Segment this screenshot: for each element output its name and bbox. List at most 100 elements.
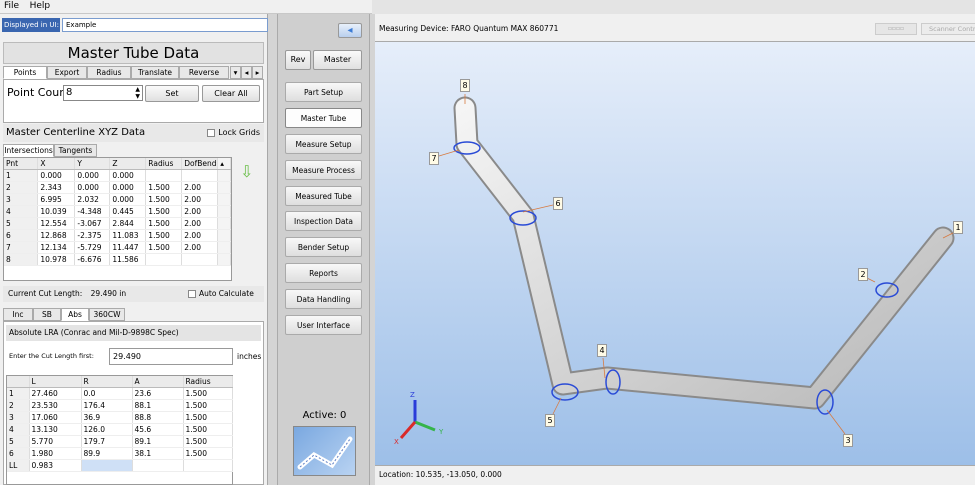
- table-cell[interactable]: 7: [4, 241, 39, 254]
- table-cell[interactable]: 2.844: [109, 217, 147, 230]
- table-cell[interactable]: 12.554: [37, 217, 76, 230]
- 3d-viewport[interactable]: Z Y X 1 2 3 4 5 6 7 8: [375, 42, 975, 465]
- table-cell[interactable]: 1: [7, 387, 30, 400]
- table-cell[interactable]: [145, 169, 183, 182]
- scanner-control-button[interactable]: Scanner Contr: [921, 23, 975, 35]
- table-cell[interactable]: LL: [7, 459, 30, 472]
- table-cell[interactable]: 1.500: [183, 411, 233, 424]
- table-cell[interactable]: 13.130: [29, 423, 82, 436]
- cut-length-input[interactable]: 29.490: [109, 348, 233, 365]
- point-label-8[interactable]: 8: [460, 79, 470, 92]
- nav-data-handling[interactable]: Data Handling: [285, 289, 362, 309]
- table-cell[interactable]: 23.6: [132, 387, 184, 400]
- table-cell[interactable]: 0.0: [81, 387, 133, 400]
- view-toolbar-icons[interactable]: ▫▫▫▫: [875, 23, 917, 35]
- tab-sb[interactable]: SB: [33, 308, 61, 321]
- scrollbar-track[interactable]: [217, 205, 231, 218]
- table-row[interactable]: 1 27.460 0.0 23.6 1.500: [7, 387, 233, 400]
- point-label-4[interactable]: 4: [597, 344, 607, 357]
- nav-measure-setup[interactable]: Measure Setup: [285, 134, 362, 154]
- set-button[interactable]: Set: [145, 85, 199, 102]
- table-cell[interactable]: [132, 459, 184, 472]
- subtab-intersections[interactable]: Intersections: [3, 144, 54, 157]
- table-cell[interactable]: 5.770: [29, 435, 82, 448]
- table-cell[interactable]: 1.980: [29, 447, 82, 460]
- point-count-spinner[interactable]: 8 ▲ ▼: [63, 85, 143, 101]
- tab-abs[interactable]: Abs: [61, 308, 89, 321]
- table-cell[interactable]: 36.9: [81, 411, 133, 424]
- table-cell[interactable]: 12.134: [37, 241, 76, 254]
- centerline-grid[interactable]: Pnt X Y Z Radius DofBend ▴ 1 0.000 0.000 0.…: [3, 157, 232, 281]
- table-cell[interactable]: 0.983: [29, 459, 82, 472]
- table-cell[interactable]: 11.083: [109, 229, 147, 242]
- table-row[interactable]: 5 12.554 -3.067 2.844 1.500 2.00: [4, 217, 231, 230]
- table-cell[interactable]: 126.0: [81, 423, 133, 436]
- tab-reverse[interactable]: Reverse: [179, 66, 229, 79]
- scrollbar-track[interactable]: [217, 193, 231, 206]
- table-cell[interactable]: 179.7: [81, 435, 133, 448]
- table-cell[interactable]: 8: [4, 253, 39, 266]
- table-cell[interactable]: 2.00: [181, 181, 219, 194]
- scrollbar-track[interactable]: [217, 241, 231, 254]
- table-cell[interactable]: 1.500: [183, 387, 233, 400]
- table-cell[interactable]: 0.000: [74, 181, 111, 194]
- table-cell[interactable]: 1.500: [183, 447, 233, 460]
- table-cell[interactable]: 45.6: [132, 423, 184, 436]
- nav-part-setup[interactable]: Part Setup: [285, 82, 362, 102]
- menu-help[interactable]: Help: [26, 0, 55, 13]
- nav-bender-setup[interactable]: Bender Setup: [285, 237, 362, 257]
- table-cell[interactable]: 2.00: [181, 241, 219, 254]
- table-row[interactable]: 5 5.770 179.7 89.1 1.500: [7, 435, 233, 448]
- displayed-input[interactable]: Example: [62, 18, 268, 32]
- point-label-3[interactable]: 3: [843, 434, 853, 447]
- nav-measure-process[interactable]: Measure Process: [285, 160, 362, 180]
- scrollbar-track[interactable]: [217, 169, 231, 182]
- table-cell[interactable]: 1.500: [145, 241, 183, 254]
- table-cell[interactable]: 1: [4, 169, 39, 182]
- lock-grids-checkbox[interactable]: Lock Grids: [207, 124, 260, 142]
- table-cell[interactable]: [183, 459, 233, 472]
- table-cell[interactable]: -2.375: [74, 229, 111, 242]
- table-cell[interactable]: 1.500: [145, 181, 183, 194]
- master-button[interactable]: Master: [313, 50, 362, 70]
- tab-radius[interactable]: Radius: [87, 66, 131, 79]
- table-cell[interactable]: -6.676: [74, 253, 111, 266]
- table-cell[interactable]: [145, 253, 183, 266]
- nav-reports[interactable]: Reports: [285, 263, 362, 283]
- table-cell[interactable]: 2.00: [181, 217, 219, 230]
- table-cell[interactable]: -4.348: [74, 205, 111, 218]
- table-cell[interactable]: 2.00: [181, 205, 219, 218]
- back-arrow-icon[interactable]: ◂: [338, 23, 362, 38]
- point-label-2[interactable]: 2: [858, 268, 868, 281]
- table-row[interactable]: 3 6.995 2.032 0.000 1.500 2.00: [4, 193, 231, 206]
- table-cell[interactable]: 12.868: [37, 229, 76, 242]
- table-cell[interactable]: 3: [4, 193, 39, 206]
- table-cell[interactable]: 5: [4, 217, 39, 230]
- table-cell[interactable]: 0.000: [109, 193, 147, 206]
- table-cell[interactable]: 2: [7, 399, 30, 412]
- table-cell[interactable]: 1.500: [183, 399, 233, 412]
- table-cell[interactable]: [181, 169, 219, 182]
- arrow-down-icon[interactable]: ⇩: [240, 162, 253, 181]
- table-row[interactable]: 8 10.978 -6.676 11.586: [4, 253, 231, 266]
- table-cell[interactable]: 10.978: [37, 253, 76, 266]
- tab-menu-icon[interactable]: ▾: [230, 66, 241, 79]
- table-cell[interactable]: 0.000: [109, 181, 147, 194]
- table-cell[interactable]: -3.067: [74, 217, 111, 230]
- table-cell[interactable]: 2.032: [74, 193, 111, 206]
- table-cell[interactable]: 88.8: [132, 411, 184, 424]
- table-row[interactable]: 1 0.000 0.000 0.000: [4, 169, 231, 182]
- rev-button[interactable]: Rev: [285, 50, 311, 70]
- table-cell[interactable]: 6.995: [37, 193, 76, 206]
- table-cell[interactable]: [81, 459, 133, 472]
- table-cell[interactable]: 5: [7, 435, 30, 448]
- table-cell[interactable]: 0.000: [74, 169, 111, 182]
- table-cell[interactable]: 2: [4, 181, 39, 194]
- scrollbar-track[interactable]: [217, 229, 231, 242]
- table-row[interactable]: LL 0.983: [7, 459, 233, 472]
- table-row[interactable]: 6 12.868 -2.375 11.083 1.500 2.00: [4, 229, 231, 242]
- table-row[interactable]: 4 13.130 126.0 45.6 1.500: [7, 423, 233, 436]
- scroll-up-icon[interactable]: ▴: [217, 158, 231, 170]
- table-row[interactable]: 2 2.343 0.000 0.000 1.500 2.00: [4, 181, 231, 194]
- table-cell[interactable]: 4: [7, 423, 30, 436]
